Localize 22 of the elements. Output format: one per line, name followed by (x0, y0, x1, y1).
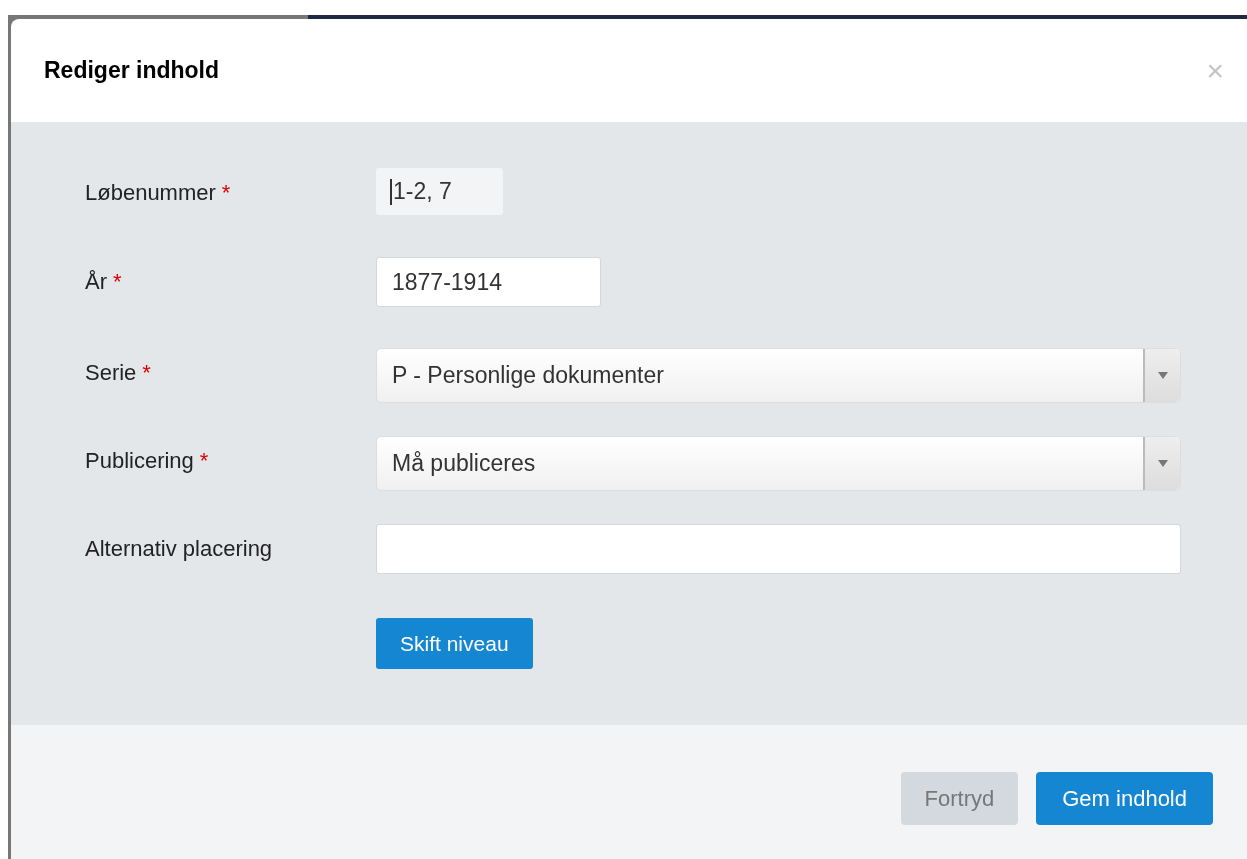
cancel-button[interactable]: Fortryd (900, 772, 1019, 825)
select-field[interactable]: Må publiceres (376, 436, 1181, 491)
field-label: År (85, 268, 107, 296)
select-value: P - Personlige dokumenter (391, 361, 665, 391)
field-value: 1-2, 7 (393, 177, 452, 207)
input-field[interactable] (376, 524, 1181, 574)
caret-icon (1157, 372, 1168, 379)
select-value: Må publiceres (391, 449, 537, 479)
field-label: Alternativ placering (85, 535, 273, 563)
caret-icon (1157, 460, 1168, 467)
required-mark: * (142, 359, 151, 387)
required-mark: * (199, 447, 209, 475)
save-button[interactable]: Gem indhold (1036, 772, 1213, 825)
select-field[interactable]: P - Personlige dokumenter (376, 348, 1181, 403)
field-label: Løbenummer (85, 179, 216, 207)
required-mark: * (113, 268, 122, 296)
required-mark: * (221, 179, 231, 207)
dialog-title: Rediger indhold (44, 56, 220, 86)
input-field[interactable]: 1877-1914 (376, 257, 601, 307)
change-level-button[interactable]: Skift niveau (376, 618, 533, 669)
field-label: Serie (85, 359, 137, 387)
field-label: Publicering (85, 447, 194, 475)
